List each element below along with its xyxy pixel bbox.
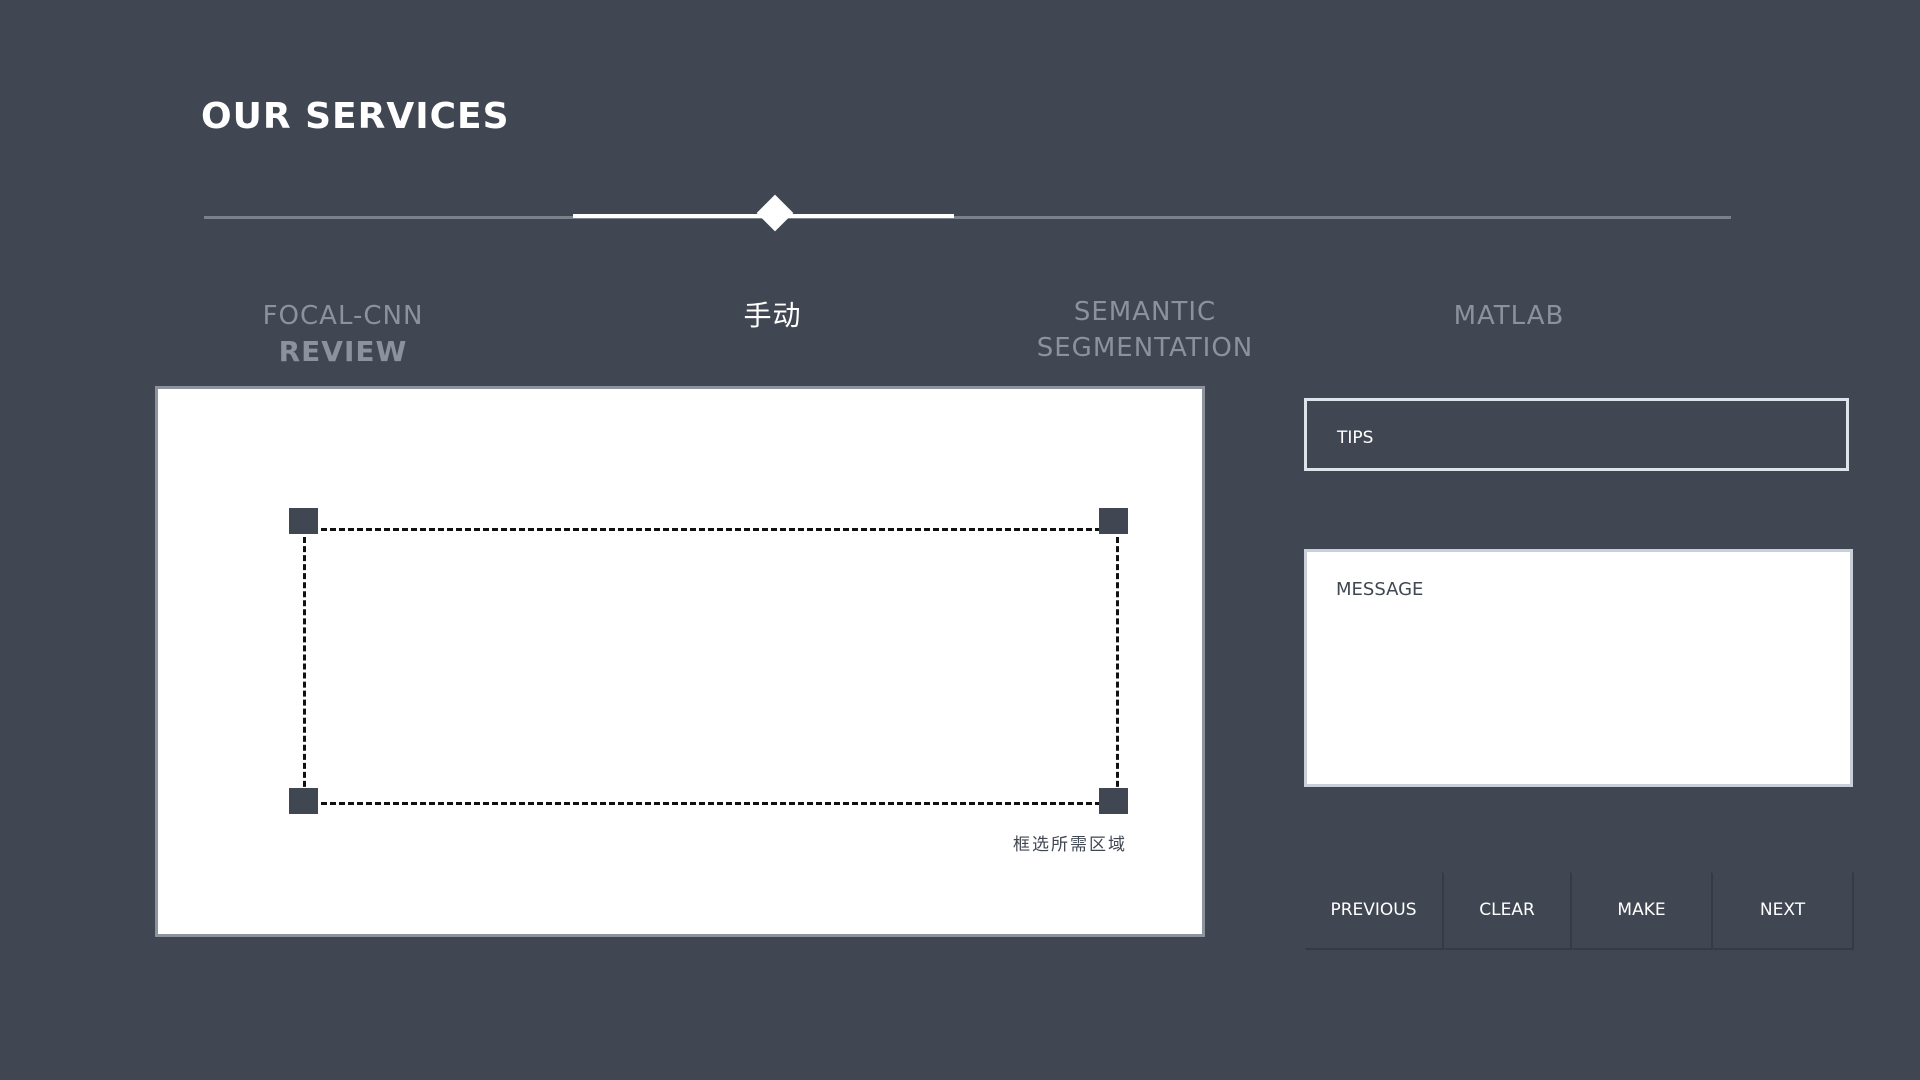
tab-label-line2: SEGMENTATION	[1036, 333, 1254, 363]
tab-focal-cnn-review[interactable]: FOCAL-CNN REVIEW	[248, 298, 438, 370]
next-button[interactable]: NEXT	[1713, 872, 1853, 949]
previous-button[interactable]: PREVIOUS	[1305, 872, 1443, 949]
clear-button[interactable]: CLEAR	[1444, 872, 1571, 949]
tips-label: TIPS	[1337, 428, 1374, 448]
tab-semantic-segmentation[interactable]: SEMANTIC SEGMENTATION	[1020, 294, 1270, 366]
canvas-hint: 框选所需区域	[1013, 835, 1127, 855]
tab-label-line1: FOCAL-CNN	[262, 301, 424, 331]
tab-matlab[interactable]: MATLAB	[1420, 298, 1598, 334]
tab-label-line2: REVIEW	[278, 335, 408, 368]
tab-label: MATLAB	[1453, 301, 1565, 331]
resize-handle-top-right[interactable]	[1099, 508, 1128, 534]
message-label: MESSAGE	[1336, 579, 1424, 600]
tab-label: 手动	[743, 299, 802, 332]
tab-label-line1: SEMANTIC	[1073, 297, 1217, 327]
tab-manual[interactable]: 手动	[700, 298, 845, 334]
resize-handle-bottom-right[interactable]	[1099, 788, 1128, 814]
resize-handle-bottom-left[interactable]	[289, 788, 318, 814]
make-button[interactable]: MAKE	[1572, 872, 1712, 949]
page-title: OUR SERVICES	[201, 96, 510, 137]
resize-handle-top-left[interactable]	[289, 508, 318, 534]
selection-box[interactable]	[303, 528, 1119, 805]
tips-panel: TIPS	[1304, 398, 1849, 471]
slider-thumb[interactable]	[756, 194, 794, 232]
message-field[interactable]: MESSAGE	[1304, 549, 1853, 787]
slider-track[interactable]	[204, 216, 1731, 219]
image-canvas[interactable]: 框选所需区域	[155, 386, 1205, 937]
